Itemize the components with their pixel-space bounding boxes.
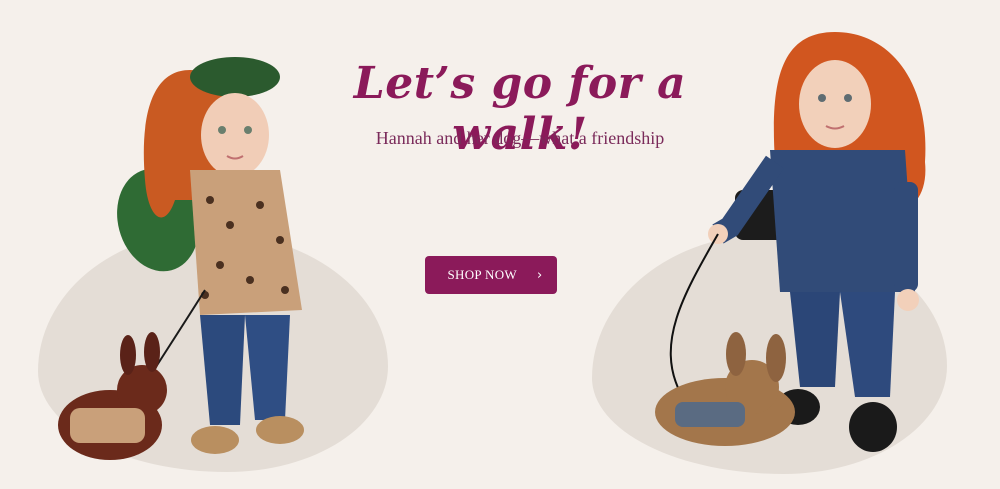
chevron-right-icon: › — [536, 267, 543, 283]
left-doll-image[interactable] — [40, 30, 340, 480]
shop-now-button[interactable]: SHOP NOW › — [425, 256, 557, 294]
hero-subheadline: Hannah and her dog—what a friendship — [375, 128, 665, 148]
shop-now-label: SHOP NOW — [447, 267, 517, 282]
hero-banner: Let’s go for a walk! Hannah and her dog—… — [0, 0, 1000, 489]
